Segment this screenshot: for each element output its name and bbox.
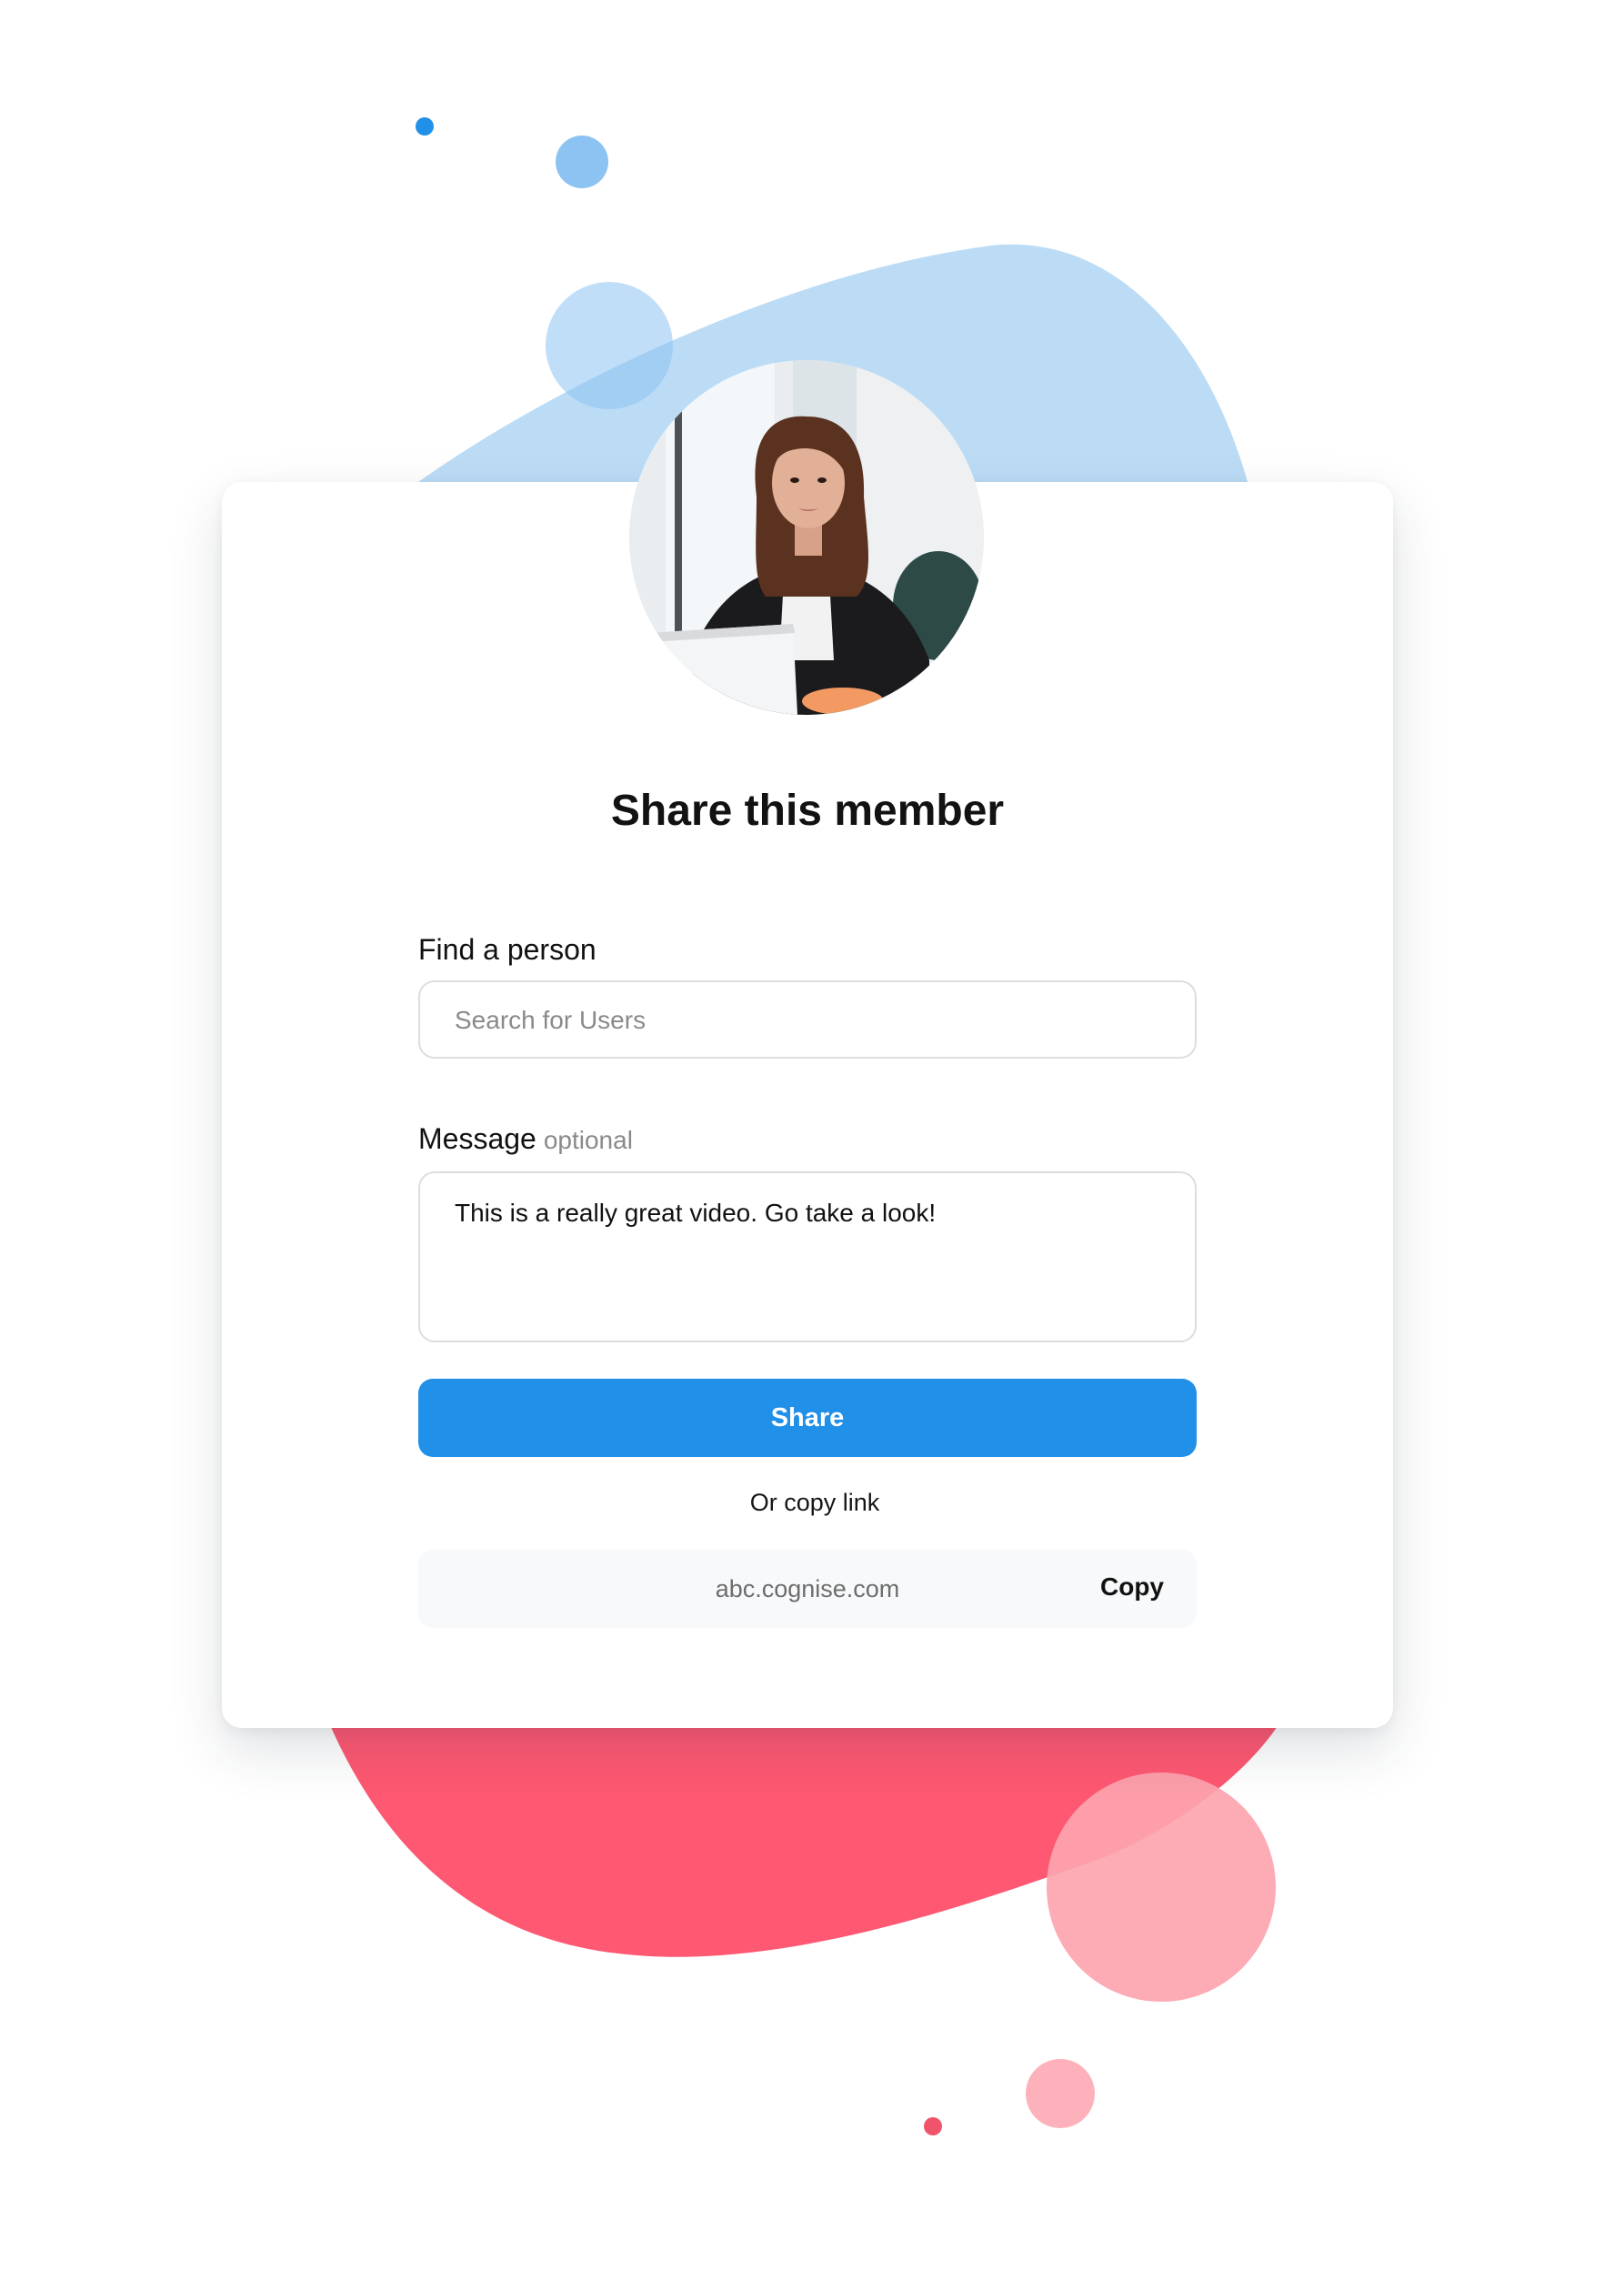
search-placeholder: Search for Users	[455, 1006, 647, 1034]
search-input[interactable]: Search for Users	[418, 980, 1197, 1059]
message-text: This is a really great video. Go take a …	[455, 1199, 937, 1227]
share-link-field: abc.cognise.com Copy	[418, 1550, 1197, 1628]
blue-dot-medium	[556, 136, 608, 188]
share-link-url: abc.cognise.com	[715, 1575, 900, 1602]
share-button[interactable]: Share	[418, 1379, 1197, 1457]
message-label: Message	[418, 1122, 536, 1155]
find-person-label: Find a person	[418, 933, 596, 966]
avatar	[629, 360, 984, 715]
pink-circle-large	[1047, 1773, 1276, 2002]
message-textarea[interactable]: This is a really great video. Go take a …	[418, 1171, 1197, 1342]
blue-circle-large	[546, 282, 673, 409]
red-dot-small	[924, 2117, 942, 2135]
member-photo	[629, 360, 984, 715]
pink-dot-medium	[1026, 2059, 1095, 2128]
blue-dot-small	[416, 117, 434, 136]
copy-link-caption: Or copy link	[749, 1489, 880, 1516]
message-label-group: Message optional	[418, 1120, 633, 1159]
optional-hint: optional	[543, 1126, 633, 1154]
dialog-title: Share this member	[610, 787, 1005, 835]
share-member-illustration: Share this member Find a person Search f…	[0, 0, 1624, 2270]
copy-button[interactable]: Copy	[1100, 1570, 1164, 1604]
